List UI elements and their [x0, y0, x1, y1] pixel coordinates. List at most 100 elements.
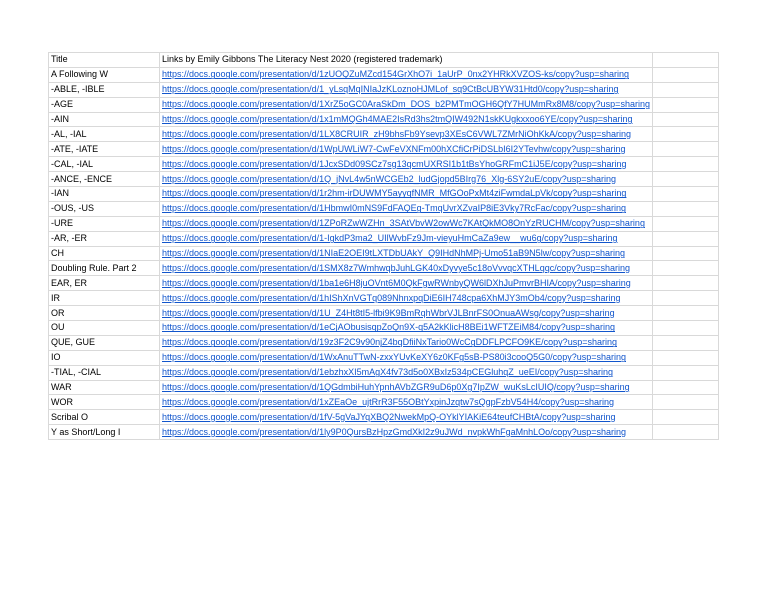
presentation-link[interactable]: https://docs.google.com/presentation/d/1…	[162, 322, 615, 332]
row-empty-cell	[651, 81, 719, 98]
row-link-cell: https://docs.google.com/presentation/d/1…	[159, 81, 653, 98]
row-title-cell: IR	[48, 290, 160, 307]
presentation-link[interactable]: https://docs.google.com/presentation/d/1…	[162, 174, 616, 184]
presentation-link[interactable]: https://docs.google.com/presentation/d/1…	[162, 278, 631, 288]
row-empty-cell	[651, 111, 719, 128]
row-empty-cell	[651, 379, 719, 396]
row-empty-cell	[651, 141, 719, 158]
row-empty-cell	[651, 66, 719, 83]
presentation-link[interactable]: https://docs.google.com/presentation/d/1…	[162, 203, 626, 213]
table-row: Doubling Rule. Part 2 https://docs.google…	[48, 260, 719, 277]
spreadsheet-table: Title Links by Emily Gibbons The Literac…	[48, 52, 719, 441]
row-empty-cell	[651, 394, 719, 411]
presentation-link[interactable]: https://docs.google.com/presentation/d/1…	[162, 233, 617, 243]
row-empty-cell	[651, 126, 719, 143]
table-row: -IAN https://docs.google.com/presentation…	[48, 186, 719, 202]
row-empty-cell	[651, 200, 719, 217]
row-title-cell: WAR	[48, 379, 160, 396]
row-title-cell: Y as Short/Long I	[48, 424, 160, 441]
row-title-cell: IO	[48, 349, 160, 366]
presentation-link[interactable]: https://docs.google.com/presentation/d/1…	[162, 114, 633, 124]
presentation-link[interactable]: https://docs.google.com/presentation/d/1…	[162, 99, 650, 109]
row-link-cell: https://docs.google.com/presentation/d/1…	[159, 394, 653, 411]
row-title-cell: Doubling Rule. Part 2	[48, 260, 160, 277]
table-row: -ATE, -IATE https://docs.google.com/prese…	[48, 141, 719, 158]
table-row: IR https://docs.google.com/presentation/d…	[48, 290, 719, 307]
presentation-link[interactable]: https://docs.google.com/presentation/d/1…	[162, 293, 621, 303]
row-title-cell: -ABLE, -IBLE	[48, 81, 160, 98]
row-link-cell: https://docs.google.com/presentation/d/1…	[159, 186, 653, 202]
presentation-link[interactable]: https://docs.google.com/presentation/d/1…	[162, 144, 625, 154]
row-title-cell: -URE	[48, 215, 160, 232]
row-link-cell: https://docs.google.com/presentation/d/1…	[159, 275, 653, 292]
row-empty-cell	[651, 320, 719, 336]
row-empty-cell	[651, 290, 719, 307]
presentation-link[interactable]: https://docs.google.com/presentation/d/1…	[162, 412, 616, 422]
row-empty-cell	[651, 245, 719, 262]
presentation-link[interactable]: https://docs.google.com/presentation/d/1…	[162, 352, 626, 362]
table-row: -TIAL, -CIAL https://docs.google.com/pres…	[48, 364, 719, 381]
table-row: -URE https://docs.google.com/presentation…	[48, 215, 719, 232]
row-empty-cell	[651, 349, 719, 366]
presentation-link[interactable]: https://docs.google.com/presentation/d/1…	[162, 263, 630, 273]
table-row: EAR, ER https://docs.google.com/presentat…	[48, 275, 719, 292]
row-title-cell: OU	[48, 320, 160, 336]
row-empty-cell	[651, 96, 719, 113]
row-empty-cell	[651, 215, 719, 232]
presentation-link[interactable]: https://docs.google.com/presentation/d/1…	[162, 427, 626, 437]
row-link-cell: https://docs.google.com/presentation/d/1…	[159, 200, 653, 217]
table-row: -AGE https://docs.google.com/presentation…	[48, 96, 719, 113]
presentation-link[interactable]: https://docs.google.com/presentation/d/1…	[162, 397, 614, 407]
header-empty-cell	[651, 52, 719, 68]
table-row: OU https://docs.google.com/presentation/d…	[48, 320, 719, 336]
presentation-link[interactable]: https://docs.google.com/presentation/d/1…	[162, 69, 629, 79]
row-link-cell: https://docs.google.com/presentation/d/1…	[159, 409, 653, 426]
presentation-link[interactable]: https://docs.google.com/presentation/d/1…	[162, 188, 626, 198]
row-empty-cell	[651, 186, 719, 202]
table-row: A Following Whttps://docs.google.com/pre…	[48, 66, 719, 83]
spreadsheet-body: Title Links by Emily Gibbons The Literac…	[48, 52, 719, 441]
row-link-cell: https://docs.google.com/presentation/d/1…	[159, 215, 653, 232]
presentation-link[interactable]: https://docs.google.com/presentation/d/1…	[162, 337, 617, 347]
row-empty-cell	[651, 364, 719, 381]
row-link-cell: https://docs.google.com/presentation/d/1…	[159, 171, 653, 188]
table-row: IO https://docs.google.com/presentation/d…	[48, 349, 719, 366]
row-link-cell: https://docs.google.com/presentation/d/1…	[159, 126, 653, 143]
presentation-link[interactable]: https://docs.google.com/presentation/d/1…	[162, 129, 631, 139]
presentation-link[interactable]: https://docs.google.com/presentation/d/1…	[162, 159, 627, 169]
row-empty-cell	[651, 260, 719, 277]
row-link-cell: https://docs.google.com/presentation/d/1…	[159, 96, 653, 113]
row-title-cell: OR	[48, 305, 160, 322]
row-empty-cell	[651, 230, 719, 247]
table-row: -ANCE, -ENCE https://docs.google.com/pres…	[48, 171, 719, 188]
presentation-link[interactable]: https://docs.google.com/presentation/d/1…	[162, 218, 645, 228]
row-title-cell: CH	[48, 245, 160, 262]
row-title-cell: -ANCE, -ENCE	[48, 171, 160, 188]
table-row: -AL, -IAL https://docs.google.com/present…	[48, 126, 719, 143]
row-link-cell: https://docs.google.com/presentation/d/1…	[159, 379, 653, 396]
row-link-cell: https://docs.google.com/presentation/d/1…	[159, 334, 653, 351]
row-empty-cell	[651, 409, 719, 426]
row-link-cell: https://docs.google.com/presentation/d/1…	[159, 66, 653, 83]
table-row: WOR https://docs.google.com/presentation/…	[48, 394, 719, 411]
presentation-link[interactable]: https://docs.google.com/presentation/d/1…	[162, 248, 625, 258]
table-row: -AR, -ER https://docs.google.com/presenta…	[48, 230, 719, 247]
table-row: -AIN https://docs.google.com/presentation…	[48, 111, 719, 128]
presentation-link[interactable]: https://docs.google.com/presentation/d/1…	[162, 84, 619, 94]
row-empty-cell	[651, 275, 719, 292]
presentation-link[interactable]: https://docs.google.com/presentation/d/1…	[162, 367, 613, 377]
row-link-cell: https://docs.google.com/presentation/d/1…	[159, 364, 653, 381]
row-title-cell: -OUS, -US	[48, 200, 160, 217]
table-row: -ABLE, -IBLE https://docs.google.com/pres…	[48, 81, 719, 98]
table-row: -CAL, -IAL https://docs.google.com/presen…	[48, 156, 719, 173]
row-title-cell: -TIAL, -CIAL	[48, 364, 160, 381]
row-empty-cell	[651, 334, 719, 351]
presentation-link[interactable]: https://docs.google.com/presentation/d/1…	[162, 308, 615, 318]
row-link-cell: https://docs.google.com/presentation/d/1…	[159, 349, 653, 366]
presentation-link[interactable]: https://docs.google.com/presentation/d/1…	[162, 382, 630, 392]
row-link-cell: https://docs.google.com/presentation/d/1…	[159, 141, 653, 158]
row-empty-cell	[651, 171, 719, 188]
row-link-cell: https://docs.google.com/presentation/d/1…	[159, 245, 653, 262]
row-title-cell: WOR	[48, 394, 160, 411]
row-title-cell: EAR, ER	[48, 275, 160, 292]
